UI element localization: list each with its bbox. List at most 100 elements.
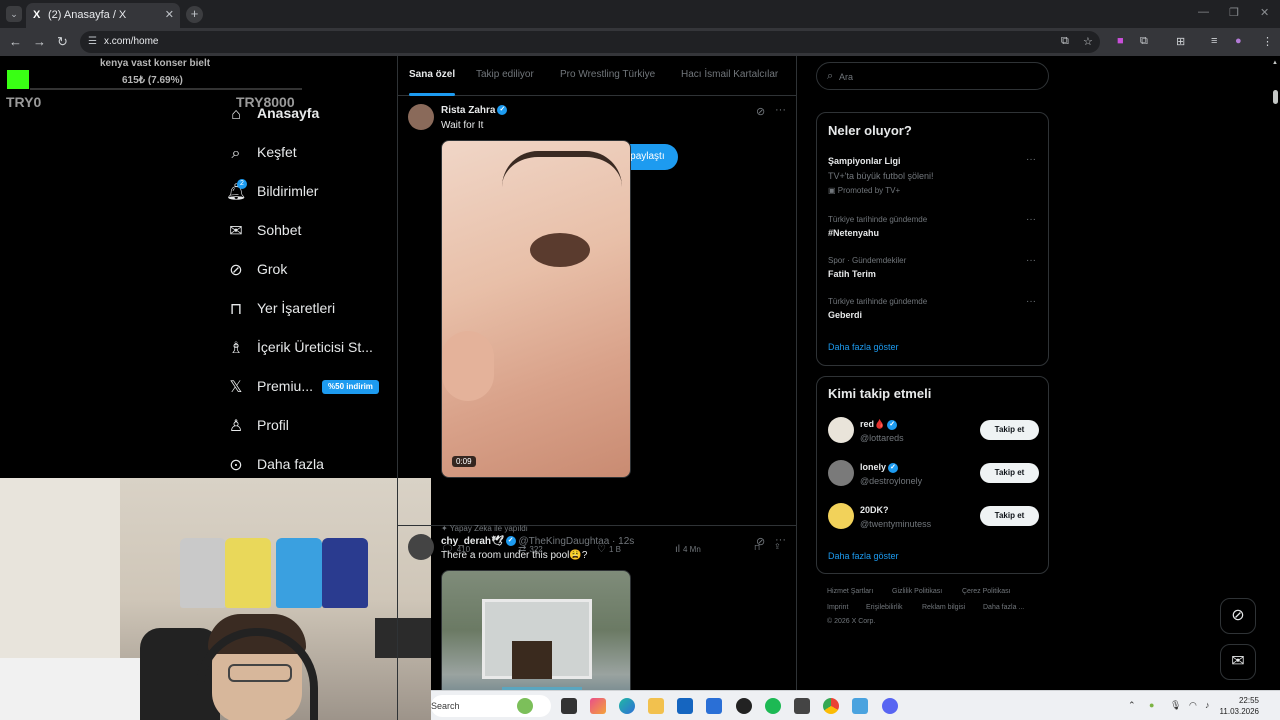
back-icon[interactable]: ← xyxy=(9,34,22,49)
follow-button[interactable]: Takip et xyxy=(980,463,1039,483)
minimize-icon[interactable]: — xyxy=(1198,6,1209,18)
avatar[interactable] xyxy=(408,534,434,560)
footer-link[interactable]: Hizmet Şartları xyxy=(827,588,873,595)
taskbar-search[interactable]: Search xyxy=(431,695,551,717)
follow-button[interactable]: Takip et xyxy=(980,506,1039,526)
task-view-icon[interactable] xyxy=(561,698,577,714)
scrollbar-thumb[interactable] xyxy=(1273,90,1278,104)
browser-menu-icon[interactable]: ⋮ xyxy=(1262,35,1273,48)
page-scrollbar[interactable]: ▲ xyxy=(1270,56,1280,690)
tray-expand-icon[interactable]: ⌃ xyxy=(1128,700,1136,711)
file-explorer-icon[interactable] xyxy=(648,698,664,714)
account-name[interactable]: red🩸 ✓ xyxy=(860,419,898,430)
nav-bookmarks[interactable]: ⊓ Yer İşaretleri xyxy=(222,296,392,326)
footer-link[interactable]: Gizlilik Politikası xyxy=(892,588,942,595)
maximize-icon[interactable]: ❐ xyxy=(1229,6,1239,19)
reload-icon[interactable]: ↻ xyxy=(57,34,68,50)
more-icon[interactable]: ··· xyxy=(1026,296,1036,307)
avatar[interactable] xyxy=(828,417,854,443)
more-icon[interactable]: ··· xyxy=(1026,154,1036,165)
trend-name[interactable]: #Netenyahu xyxy=(828,228,879,238)
nav-chat[interactable]: ✉ Sohbet xyxy=(222,218,392,248)
account-name[interactable]: lonely ✓ xyxy=(860,462,899,473)
grok-fab-button[interactable]: ⊘ xyxy=(1220,598,1256,634)
more-icon[interactable]: ··· xyxy=(775,104,786,116)
more-icon[interactable]: ··· xyxy=(1026,255,1036,266)
taskbar-clock[interactable]: 22:55 11.03.2026 xyxy=(1219,695,1259,717)
tray-app-icon[interactable]: ● xyxy=(1149,700,1154,710)
open-in-app-icon[interactable]: ⧉ xyxy=(1061,35,1069,48)
address-bar[interactable]: ☰ x.com/home xyxy=(80,31,1100,53)
tab-for-you[interactable]: Sana özel xyxy=(409,69,455,80)
footer-link[interactable]: Daha fazla ... xyxy=(983,604,1024,611)
grok-icon[interactable]: ⊘ xyxy=(756,535,765,548)
grok-icon[interactable]: ⊘ xyxy=(756,105,765,118)
glasses xyxy=(228,664,292,682)
microphone-icon[interactable]: 🎙︎ xyxy=(1170,700,1181,711)
show-more-link[interactable]: Daha fazla göster xyxy=(828,342,899,352)
trend-name[interactable]: Geberdi xyxy=(828,310,862,320)
trend-name[interactable]: Fatih Terim xyxy=(828,269,876,279)
nav-grok[interactable]: ⊘ Grok xyxy=(222,257,392,287)
scroll-up-icon[interactable]: ▲ xyxy=(1272,60,1278,66)
show-more-link[interactable]: Daha fazla göster xyxy=(828,551,899,561)
nav-label: Profil xyxy=(257,417,289,433)
nav-profile[interactable]: ♙ Profil xyxy=(222,413,392,443)
chrome-icon[interactable] xyxy=(823,698,839,714)
extension-icon[interactable]: ■ xyxy=(1117,35,1124,47)
app-icon[interactable] xyxy=(852,698,868,714)
profile-switch-icon[interactable]: ⊞ xyxy=(1176,35,1185,48)
follow-button[interactable]: Takip et xyxy=(980,420,1039,440)
spotify-icon[interactable] xyxy=(765,698,781,714)
nav-home[interactable]: ⌂ Anasayfa xyxy=(222,101,392,131)
nav-explore[interactable]: ⌕ Keşfet xyxy=(222,140,392,170)
widgets-icon[interactable] xyxy=(517,698,533,714)
more-icon[interactable]: ··· xyxy=(775,534,786,546)
mail-app-icon[interactable] xyxy=(706,698,722,714)
post-author[interactable]: chy_derah🕊 ✓ @TheKingDaughtaa · 12s xyxy=(441,536,634,547)
copilot-icon[interactable] xyxy=(590,698,606,714)
account-name[interactable]: 20DK? xyxy=(860,505,889,515)
store-icon[interactable] xyxy=(677,698,693,714)
volume-icon[interactable]: ♪ xyxy=(1205,700,1210,710)
profile-avatar-icon[interactable]: ● xyxy=(1235,35,1242,47)
avatar[interactable] xyxy=(828,460,854,486)
post-text: Wait for It xyxy=(441,120,484,131)
nav-creator-studio[interactable]: ♗ İçerik Üreticisi St... xyxy=(222,335,392,365)
avatar[interactable] xyxy=(828,503,854,529)
tab-search-icon[interactable]: ⌄ xyxy=(6,6,22,22)
footer-link[interactable]: Reklam bilgisi xyxy=(922,604,965,611)
tab-pro-wrestling[interactable]: Pro Wrestling Türkiye xyxy=(560,69,655,80)
new-tab-button[interactable]: + xyxy=(186,6,203,23)
site-info-icon[interactable]: ☰ xyxy=(88,36,97,47)
footer-link[interactable]: Imprint xyxy=(827,604,848,611)
footer-link[interactable]: Çerez Politikası xyxy=(962,588,1011,595)
who-to-follow-panel: Kimi takip etmeli red🩸 ✓ @lottareds Takip… xyxy=(816,376,1049,574)
steam-icon[interactable] xyxy=(794,698,810,714)
tab-following[interactable]: Takip ediliyor xyxy=(476,69,534,80)
more-icon[interactable]: ··· xyxy=(1026,214,1036,225)
trend-name[interactable]: Şampiyonlar Ligi xyxy=(828,156,901,166)
close-window-icon[interactable]: ✕ xyxy=(1260,6,1269,19)
search-box[interactable]: ⌕ Ara xyxy=(816,62,1049,90)
post-author[interactable]: Rista Zahra ✓ xyxy=(441,105,508,116)
nav-premium[interactable]: 𝕏 Premiu... %50 indirim xyxy=(222,374,392,404)
footer-link[interactable]: Erişilebilirlik xyxy=(866,604,903,611)
discord-icon[interactable] xyxy=(882,698,898,714)
trend-category: Spor · Gündemdekiler xyxy=(828,256,907,265)
wifi-icon[interactable]: ◠ xyxy=(1189,700,1197,711)
reading-list-icon[interactable]: ≡ xyxy=(1211,35,1217,47)
post-video[interactable]: 0:09 xyxy=(441,140,631,478)
edge-icon[interactable] xyxy=(619,698,635,714)
messages-fab-button[interactable]: ✉ xyxy=(1220,644,1256,680)
nav-notifications[interactable]: 🔔︎ 2 Bildirimler xyxy=(222,179,392,209)
post[interactable]: Rista Zahra✓ Wait for It ⊘ ··· ↑ gönderi… xyxy=(398,96,797,555)
obs-icon[interactable] xyxy=(736,698,752,714)
extensions-puzzle-icon[interactable]: ⧉ xyxy=(1140,35,1148,48)
tab-close-icon[interactable]: ✕ xyxy=(165,8,174,21)
browser-tab[interactable]: X (2) Anasayfa / X ✕ xyxy=(26,3,180,28)
bookmark-star-icon[interactable]: ☆ xyxy=(1083,35,1093,48)
forward-icon[interactable]: → xyxy=(33,34,46,49)
tab-haci-ismail[interactable]: Hacı İsmail Kartalcılar xyxy=(681,69,778,80)
avatar[interactable] xyxy=(408,104,434,130)
